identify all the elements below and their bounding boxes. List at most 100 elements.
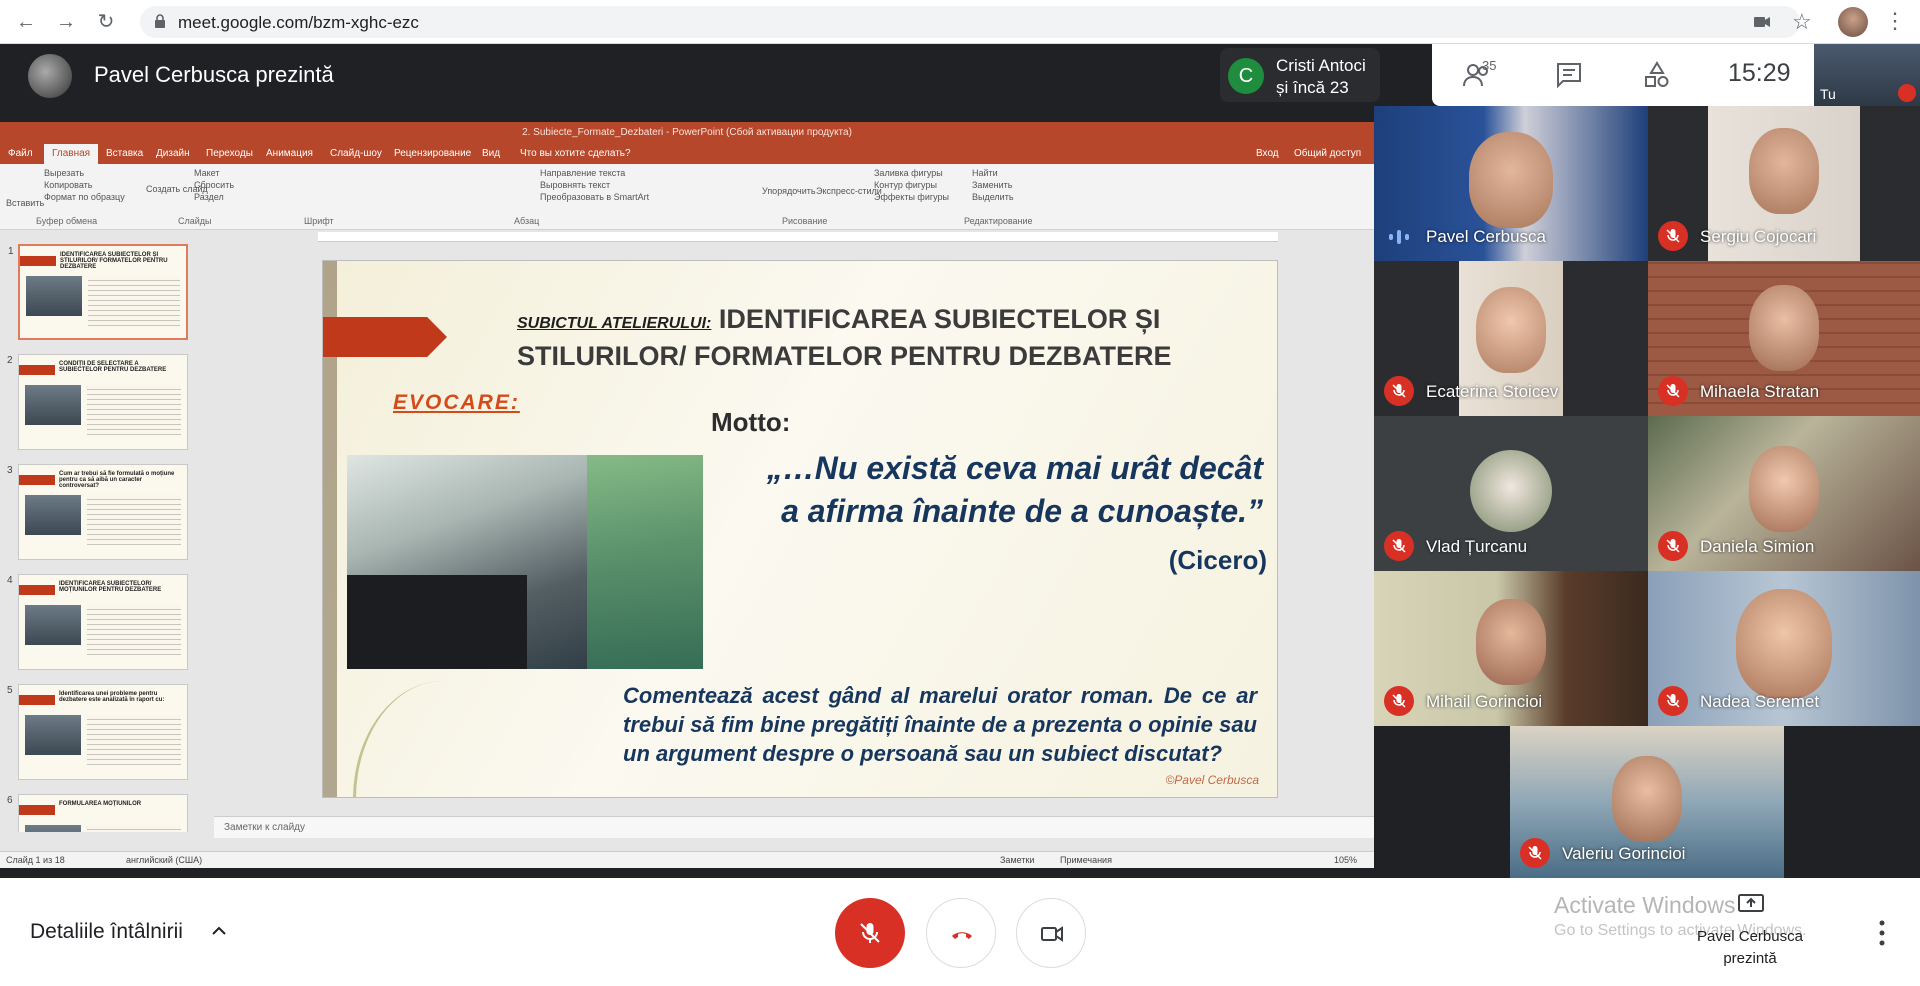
photo-banner (587, 455, 703, 669)
slide-title-line1: IDENTIFICAREA SUBIECTELOR ȘI (718, 304, 1161, 334)
status-comments-button[interactable]: Примечания (1060, 855, 1112, 865)
address-bar[interactable]: meet.google.com/bzm-xghc-ezc (140, 6, 1800, 38)
status-slide-count: Слайд 1 из 18 (6, 855, 65, 865)
menu-design[interactable]: Дизайн (156, 148, 190, 159)
browser-menu-icon[interactable]: ⋮ (1884, 8, 1906, 34)
meeting-details-button[interactable]: Detaliile întâlnirii (30, 920, 183, 944)
ribbon-reset[interactable]: Сбросить (194, 180, 234, 190)
presenter-avatar (28, 54, 72, 98)
join-notification[interactable]: C Cristi Antoci și încă 23 (1220, 48, 1380, 102)
horizontal-ruler (318, 232, 1278, 242)
microphone-toggle-button[interactable] (835, 898, 905, 968)
slide-thumbnail[interactable]: 5 Identificarea unei probleme pentru dez… (7, 684, 188, 780)
camera-toggle-button[interactable] (1016, 898, 1086, 968)
video-camera-icon (1041, 926, 1063, 942)
chat-icon[interactable] (1554, 60, 1584, 90)
self-view-tile[interactable]: Tu (1814, 44, 1920, 106)
group-drawing: Рисование (782, 216, 828, 226)
bookmark-star-icon[interactable]: ☆ (1792, 9, 1812, 35)
ribbon-layout[interactable]: Макет (194, 168, 219, 178)
slide-thumbnail[interactable]: 2 CONDIȚII DE SELECTARE A SUBIECTELOR PE… (7, 354, 188, 450)
menu-tell-me[interactable]: Что вы хотите сделать? (520, 148, 631, 159)
ribbon-align-text[interactable]: Выровнять текст (540, 180, 610, 190)
menu-transitions[interactable]: Переходы (206, 148, 253, 159)
participant-tile[interactable]: Mihaela Stratan (1648, 261, 1920, 416)
ribbon-section[interactable]: Раздел (194, 192, 224, 202)
meeting-clock: 15:29 (1728, 59, 1791, 87)
ribbon-copy[interactable]: Копировать (44, 180, 92, 190)
menu-view[interactable]: Вид (482, 148, 500, 159)
participant-tile[interactable]: Daniela Simion (1648, 416, 1920, 571)
reload-icon[interactable]: ↻ (94, 10, 118, 34)
speaking-indicator-icon (1389, 230, 1409, 244)
leave-call-button[interactable] (926, 898, 996, 968)
ribbon-text-direction[interactable]: Направление текста (540, 168, 625, 178)
participant-tile[interactable]: Valeriu Gorincioi (1510, 726, 1784, 878)
group-slides: Слайды (178, 216, 212, 226)
ribbon-smartart[interactable]: Преобразовать в SmartArt (540, 192, 649, 202)
menu-sign-in[interactable]: Вход (1256, 148, 1279, 159)
mic-off-icon (1384, 686, 1414, 716)
ribbon-select[interactable]: Выделить (972, 192, 1014, 202)
quote-author: (Cicero) (1168, 545, 1267, 575)
ribbon-replace[interactable]: Заменить (972, 180, 1012, 190)
slide-credit: ©Pavel Cerbusca (1165, 773, 1259, 787)
participant-name: Mihaela Stratan (1700, 382, 1820, 401)
current-slide[interactable]: SUBICTUL ATELIERULUI: IDENTIFICAREA SUBI… (322, 260, 1278, 798)
participant-name: Daniela Simion (1700, 537, 1815, 556)
cicero-quote: „…Nu există ceva mai urât decât a afirma… (703, 447, 1263, 533)
ribbon-shape-effects[interactable]: Эффекты фигуры (874, 192, 949, 202)
ribbon-format-painter[interactable]: Формат по образцу (44, 192, 125, 202)
ribbon-find[interactable]: Найти (972, 168, 998, 178)
slide-thumbnail[interactable]: 1 IDENTIFICAREA SUBIECTELOR ȘI STILURILO… (8, 244, 188, 340)
camera-blocked-icon[interactable] (1752, 12, 1772, 32)
mic-off-icon (1658, 686, 1688, 716)
status-notes-button[interactable]: Заметки (1000, 855, 1034, 865)
participant-name: Mihail Gorincioi (1426, 692, 1543, 711)
activities-icon[interactable] (1642, 60, 1672, 90)
motto-label: Motto: (711, 407, 791, 437)
menu-file[interactable]: Файл (8, 148, 33, 159)
menu-home[interactable]: Главная (44, 144, 99, 164)
menu-review[interactable]: Рецензирование (394, 148, 471, 159)
participant-name: Ecaterina Stoicev (1426, 382, 1559, 401)
ribbon-arrange[interactable]: Упорядочить (762, 186, 816, 196)
meet-header: Pavel Cerbusca prezintă C Cristi Antoci … (0, 44, 1920, 106)
participant-tile[interactable]: Nadea Seremet (1648, 571, 1920, 726)
quote-line2: a afirma înainte de a cunoaște.” (781, 493, 1263, 529)
ribbon-cut[interactable]: Вырезать (44, 168, 84, 178)
slide-thumbnail[interactable]: 4 IDENTIFICAREA SUBIECTELOR/ MOȚIUNILOR … (7, 574, 188, 670)
participant-tile[interactable]: Mihail Gorincioi (1374, 571, 1648, 726)
slide-thumbnail[interactable]: 3 Cum ar trebui să fie formulată o moțiu… (7, 464, 188, 560)
chevron-up-icon[interactable] (210, 922, 228, 940)
status-zoom[interactable]: 105% (1334, 855, 1357, 865)
ribbon-quick-styles[interactable]: Экспресс-стили (816, 186, 882, 196)
photo-table (347, 575, 527, 669)
menu-slideshow[interactable]: Слайд-шоу (330, 148, 382, 159)
ribbon-shape-outline[interactable]: Контур фигуры (874, 180, 937, 190)
participant-tile[interactable]: Vlad Țurcanu (1374, 416, 1648, 571)
more-options-icon[interactable] (1874, 918, 1890, 948)
profile-avatar[interactable] (1838, 7, 1868, 37)
menu-insert[interactable]: Вставка (106, 148, 143, 159)
slide-notes-field[interactable]: Заметки к слайду (214, 816, 1374, 838)
present-screen-icon[interactable] (1738, 894, 1764, 914)
joiner-others: și încă 23 (1276, 78, 1349, 97)
participant-tile[interactable]: Ecaterina Stoicev (1374, 261, 1648, 416)
ppt-menu-bar: Файл Главная Вставка Дизайн Переходы Ани… (0, 144, 1374, 164)
presenting-label[interactable]: Pavel Cerbusca prezintă (1680, 926, 1820, 970)
menu-share[interactable]: Общий доступ (1294, 148, 1361, 159)
ribbon-paste[interactable]: Вставить (6, 198, 44, 208)
mic-off-icon (1658, 531, 1688, 561)
slide-thumbnail[interactable]: 6 FORMULAREA MOȚIUNILOR (7, 794, 188, 832)
participant-tile[interactable]: Sergiu Cojocari (1648, 106, 1920, 261)
ribbon-shape-fill[interactable]: Заливка фигуры (874, 168, 943, 178)
participant-tile[interactable]: Pavel Cerbusca (1374, 106, 1648, 261)
mic-off-icon (1384, 376, 1414, 406)
menu-animations[interactable]: Анимация (266, 148, 313, 159)
participant-name: Nadea Seremet (1700, 692, 1820, 711)
back-arrow-icon[interactable]: ← (14, 10, 38, 34)
browser-toolbar: ← → ↻ meet.google.com/bzm-xghc-ezc ☆ ⋮ (0, 0, 1920, 44)
forward-arrow-icon[interactable]: → (54, 10, 78, 34)
mic-off-icon (1658, 376, 1688, 406)
